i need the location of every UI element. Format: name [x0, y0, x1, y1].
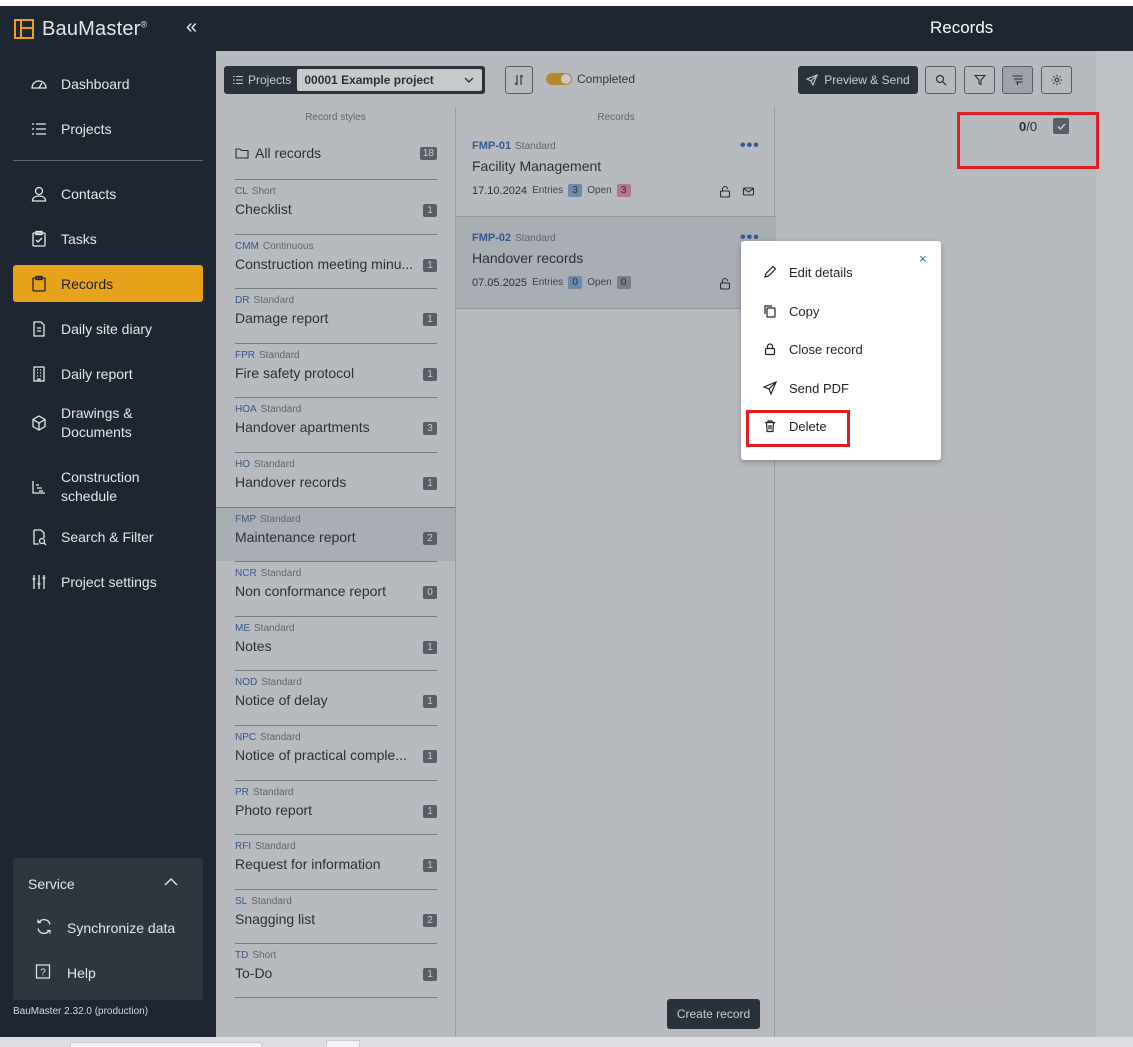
- user-icon: [30, 185, 48, 203]
- building-icon: [30, 365, 48, 383]
- sidebar-item-tasks[interactable]: Tasks: [13, 220, 203, 257]
- dashboard-icon: [30, 75, 48, 93]
- close-menu-button[interactable]: ×: [919, 251, 927, 266]
- service-item-label: Help: [67, 965, 96, 981]
- sidebar-item-drawings-documents[interactable]: Drawings & Documents: [13, 400, 203, 446]
- sidebar-item-project-settings[interactable]: Project settings: [13, 563, 203, 600]
- menu-item-close-record[interactable]: Close record: [763, 338, 863, 360]
- menu-item-edit-details[interactable]: Edit details: [763, 261, 853, 283]
- menu-item-copy[interactable]: Copy: [763, 300, 819, 322]
- service-item-synchronize[interactable]: Synchronize data: [13, 910, 203, 946]
- gantt-icon: [30, 478, 48, 496]
- collapse-sidebar-button[interactable]: «: [186, 17, 197, 37]
- sync-icon: [35, 918, 53, 939]
- sidebar-item-label: Dashboard: [61, 75, 130, 92]
- pencil-icon: [764, 265, 777, 278]
- sliders-icon: [30, 573, 48, 591]
- sidebar-item-label: Daily site diary: [61, 320, 153, 337]
- sidebar-item-label: Construction schedule: [61, 469, 140, 504]
- brand[interactable]: BauMaster®: [14, 16, 147, 42]
- sidebar-item-dashboard[interactable]: Dashboard: [13, 65, 203, 102]
- svg-text:?: ?: [40, 968, 46, 979]
- nav-primary: Dashboard Projects: [13, 65, 203, 147]
- sidebar-item-label: Records: [61, 275, 114, 292]
- bottom-bar: [0, 1037, 1133, 1047]
- cube-icon: [30, 414, 48, 432]
- sidebar-item-construction-schedule[interactable]: Construction schedule: [13, 464, 203, 510]
- clipboard-check-icon: [30, 230, 48, 248]
- sidebar-item-records[interactable]: Records: [13, 265, 203, 302]
- page-title: Records: [930, 18, 994, 37]
- sidebar-item-label: Drawings & Documents: [61, 405, 133, 440]
- service-item-label: Synchronize data: [67, 920, 176, 936]
- version-label: BauMaster 2.32.0 (production): [13, 1006, 149, 1017]
- sidebar-item-label: Contacts: [61, 185, 117, 202]
- chevron-up-icon[interactable]: [163, 874, 179, 895]
- sidebar-item-projects[interactable]: Projects: [13, 110, 203, 147]
- sidebar-item-label: Tasks: [61, 230, 97, 247]
- lock-icon: [764, 343, 776, 356]
- highlight-box-selection: [957, 112, 1099, 169]
- list-icon: [30, 120, 48, 138]
- sidebar-item-label: Project settings: [61, 573, 157, 590]
- sidebar-item-label: Projects: [61, 120, 112, 137]
- search-document-icon: [30, 528, 48, 546]
- sidebar-item-search-filter[interactable]: Search & Filter: [13, 518, 203, 555]
- service-item-help[interactable]: ? Help: [13, 955, 203, 991]
- brand-name: BauMaster®: [42, 17, 148, 40]
- brand-logo-icon: [14, 19, 34, 39]
- modal-overlay-edge[interactable]: [1096, 51, 1133, 1037]
- app-window: BauMaster® « Dashboard Projects Contacts…: [0, 0, 1133, 1047]
- menu-item-send-pdf[interactable]: Send PDF: [763, 377, 849, 399]
- help-icon: ?: [35, 964, 51, 983]
- nav-divider: [13, 160, 203, 161]
- sidebar: BauMaster® « Dashboard Projects Contacts…: [0, 6, 216, 1037]
- nav-secondary: Contacts Tasks Records Daily site diary …: [13, 175, 203, 600]
- sidebar-item-label: Search & Filter: [61, 528, 154, 545]
- document-icon: [30, 320, 48, 338]
- modal-overlay[interactable]: [216, 51, 1096, 1037]
- bottom-tab: [326, 1040, 360, 1047]
- sidebar-item-daily-report[interactable]: Daily report: [13, 355, 203, 392]
- sidebar-item-label: Daily report: [61, 365, 133, 382]
- service-panel: Service Synchronize data ? Help: [13, 858, 203, 1000]
- service-header[interactable]: Service: [28, 876, 75, 892]
- clipboard-icon: [30, 275, 48, 293]
- send-icon: [763, 381, 777, 395]
- sidebar-item-daily-site-diary[interactable]: Daily site diary: [13, 310, 203, 347]
- sidebar-item-contacts[interactable]: Contacts: [13, 175, 203, 212]
- highlight-box-delete: [746, 410, 850, 447]
- copy-icon: [764, 305, 776, 318]
- bottom-tab: [70, 1042, 262, 1047]
- top-header: Records: [216, 6, 1133, 51]
